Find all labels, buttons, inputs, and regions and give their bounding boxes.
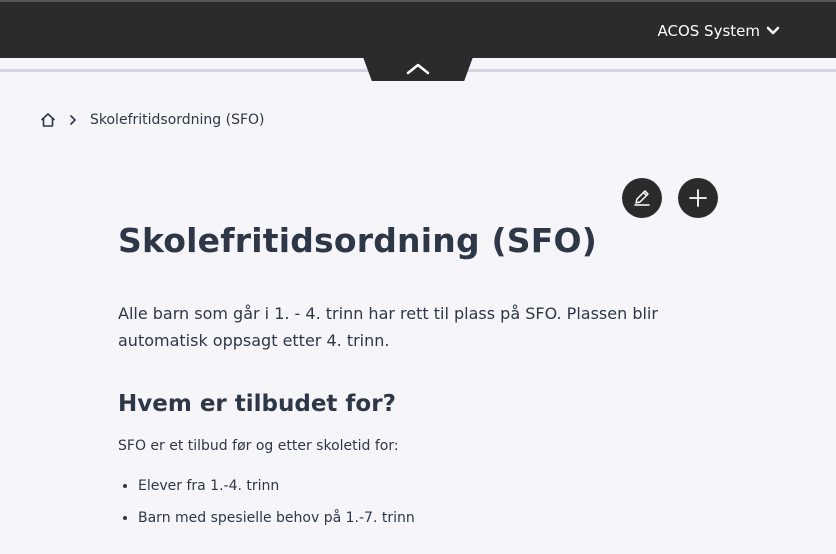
breadcrumb: Skolefritidsordning (SFO) <box>40 112 265 128</box>
intro-paragraph: Alle barn som går i 1. - 4. trinn har re… <box>118 304 658 350</box>
pencil-icon <box>634 190 650 206</box>
chevron-down-icon <box>766 26 780 35</box>
main-content: Skolefritidsordning (SFO) Alle barn som … <box>118 218 678 542</box>
top-bar: ACOS System <box>0 0 836 58</box>
breadcrumb-current: Skolefritidsordning (SFO) <box>90 112 265 128</box>
eligibility-list: Elever fra 1.-4. trinn Barn med spesiell… <box>118 478 678 526</box>
system-menu-label: ACOS System <box>657 22 760 40</box>
chevron-right-icon <box>68 114 78 126</box>
section-title: Hvem er tilbudet for? <box>118 391 396 417</box>
edit-button[interactable] <box>622 178 662 218</box>
chevron-up-icon <box>406 63 430 75</box>
list-item: Barn med spesielle behov på 1.-7. trinn <box>138 510 678 526</box>
system-menu-button[interactable]: ACOS System <box>657 22 780 40</box>
page-title: Skolefritidsordning (SFO) <box>118 221 597 260</box>
home-icon <box>41 113 55 127</box>
collapse-header-button[interactable] <box>363 57 473 81</box>
add-button[interactable] <box>678 178 718 218</box>
list-item: Elever fra 1.-4. trinn <box>138 478 678 494</box>
breadcrumb-home[interactable] <box>40 112 56 128</box>
plus-icon <box>689 189 707 207</box>
section-text: SFO er et tilbud før og etter skoletid f… <box>118 438 399 454</box>
